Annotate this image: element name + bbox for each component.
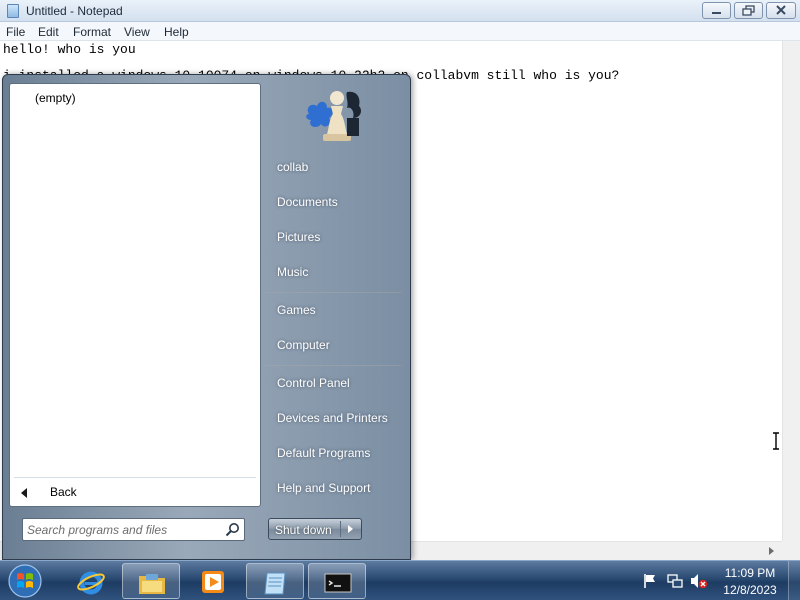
taskbar-windows-explorer[interactable] bbox=[122, 563, 180, 599]
shutdown-button[interactable]: Shut down bbox=[268, 518, 362, 540]
menu-documents[interactable]: Documents bbox=[269, 187, 405, 217]
menu-games[interactable]: Games bbox=[269, 295, 405, 325]
menu-user-collab[interactable]: collab bbox=[269, 152, 405, 182]
back-button[interactable]: Back bbox=[50, 485, 77, 499]
divider bbox=[265, 292, 401, 293]
text-cursor-icon bbox=[773, 432, 779, 450]
divider bbox=[340, 521, 341, 537]
user-picture-chess-icon[interactable] bbox=[295, 84, 373, 146]
notepad-app-icon[interactable] bbox=[7, 4, 19, 18]
menu-devices-and-printers[interactable]: Devices and Printers bbox=[269, 403, 405, 433]
start-menu: (empty) Back collab Documents Pictures M… bbox=[2, 74, 411, 560]
back-arrow-icon[interactable] bbox=[21, 488, 27, 498]
scroll-right-icon[interactable] bbox=[769, 547, 774, 555]
menu-help-and-support[interactable]: Help and Support bbox=[269, 473, 405, 503]
menu-default-programs[interactable]: Default Programs bbox=[269, 438, 405, 468]
internet-explorer-icon bbox=[77, 571, 105, 595]
menu-pictures[interactable]: Pictures bbox=[269, 222, 405, 252]
close-button[interactable] bbox=[766, 2, 796, 19]
search-box[interactable] bbox=[22, 518, 245, 541]
taskbar-command-prompt[interactable] bbox=[308, 563, 366, 599]
vertical-scrollbar[interactable] bbox=[782, 41, 800, 541]
notepad-icon bbox=[264, 572, 286, 595]
size-grip[interactable] bbox=[782, 541, 800, 560]
divider bbox=[265, 365, 401, 366]
shutdown-label: Shut down bbox=[275, 523, 332, 537]
shutdown-options-arrow-icon[interactable] bbox=[348, 525, 353, 533]
close-icon bbox=[776, 5, 786, 15]
clock-date[interactable]: 12/8/2023 bbox=[716, 583, 784, 597]
show-desktop-button[interactable] bbox=[788, 561, 800, 600]
action-center-flag-icon[interactable] bbox=[642, 573, 658, 589]
search-icon[interactable] bbox=[225, 522, 240, 537]
programs-pane: (empty) Back bbox=[9, 83, 261, 507]
menu-music[interactable]: Music bbox=[269, 257, 405, 287]
title-bar[interactable]: Untitled - Notepad bbox=[0, 0, 800, 22]
menu-control-panel[interactable]: Control Panel bbox=[269, 368, 405, 398]
start-orb-windows-icon[interactable] bbox=[6, 563, 44, 599]
clock-time[interactable]: 11:09 PM bbox=[716, 566, 784, 580]
restore-icon bbox=[742, 5, 755, 16]
menu-help[interactable]: Help bbox=[164, 25, 189, 39]
taskbar-notepad[interactable] bbox=[246, 563, 304, 599]
minimize-icon bbox=[712, 12, 721, 14]
command-prompt-icon bbox=[324, 573, 352, 593]
text-line: hello! who is you bbox=[3, 42, 136, 57]
windows-explorer-icon bbox=[139, 574, 165, 594]
menu-computer[interactable]: Computer bbox=[269, 330, 405, 360]
media-player-icon bbox=[202, 571, 224, 593]
maximize-button[interactable] bbox=[734, 2, 763, 19]
taskbar: 11:09 PM 12/8/2023 bbox=[0, 560, 800, 600]
programs-empty-label: (empty) bbox=[35, 91, 76, 105]
taskbar-media-player[interactable] bbox=[184, 563, 242, 599]
taskbar-internet-explorer[interactable] bbox=[62, 563, 120, 599]
network-icon[interactable] bbox=[667, 573, 683, 589]
window-title: Untitled - Notepad bbox=[26, 4, 123, 18]
volume-muted-icon[interactable] bbox=[690, 573, 708, 589]
search-input[interactable] bbox=[27, 521, 217, 538]
minimize-button[interactable] bbox=[702, 2, 731, 19]
divider bbox=[14, 477, 256, 478]
